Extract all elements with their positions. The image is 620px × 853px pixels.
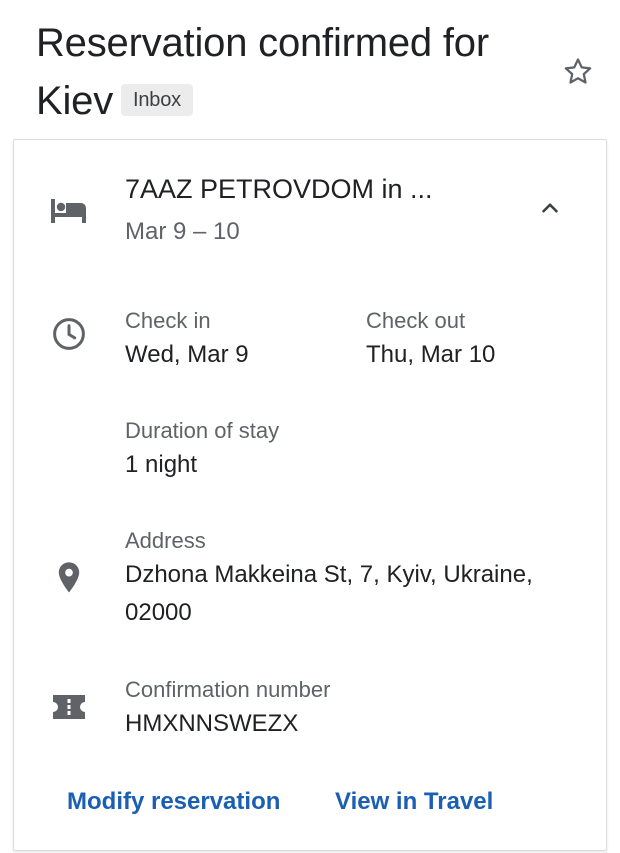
location-pin-icon [48,557,90,599]
chevron-up-icon[interactable] [532,190,568,226]
check-in-value: Wed, Mar 9 [125,341,249,368]
duration-value: 1 night [125,451,198,478]
clock-icon [48,313,90,355]
reservation-card: 7AAZ PETROVDOM in ... Mar 9 – 10 Check i… [13,139,607,851]
email-header: Reservation confirmed for Kiev Inbox [36,14,556,130]
confirmation-number: HMXNNSWEZX [125,710,299,737]
email-subject: Reservation confirmed for Kiev Inbox [36,14,556,130]
hotel-bed-icon [48,190,90,232]
subject-text: Reservation confirmed for Kiev [36,21,489,123]
view-in-travel-link[interactable]: View in Travel [335,788,493,816]
inbox-label-chip[interactable]: Inbox [121,84,193,116]
check-out-label: Check out [366,308,466,333]
address-line-1: Dzhona Makkeina St, 7, Kyiv, Ukraine, [125,561,533,588]
hotel-name: 7AAZ PETROVDOM in ... [125,174,433,204]
address-label: Address [125,528,206,553]
check-in-label: Check in [125,308,211,333]
confirmation-label: Confirmation number [125,677,331,702]
ticket-icon [48,686,90,728]
check-out-value: Thu, Mar 10 [366,341,496,368]
duration-label: Duration of stay [125,418,280,443]
star-icon[interactable] [560,54,596,90]
modify-reservation-link[interactable]: Modify reservation [67,788,280,816]
address-line-2: 02000 [125,599,192,626]
stay-dates: Mar 9 – 10 [125,218,240,245]
